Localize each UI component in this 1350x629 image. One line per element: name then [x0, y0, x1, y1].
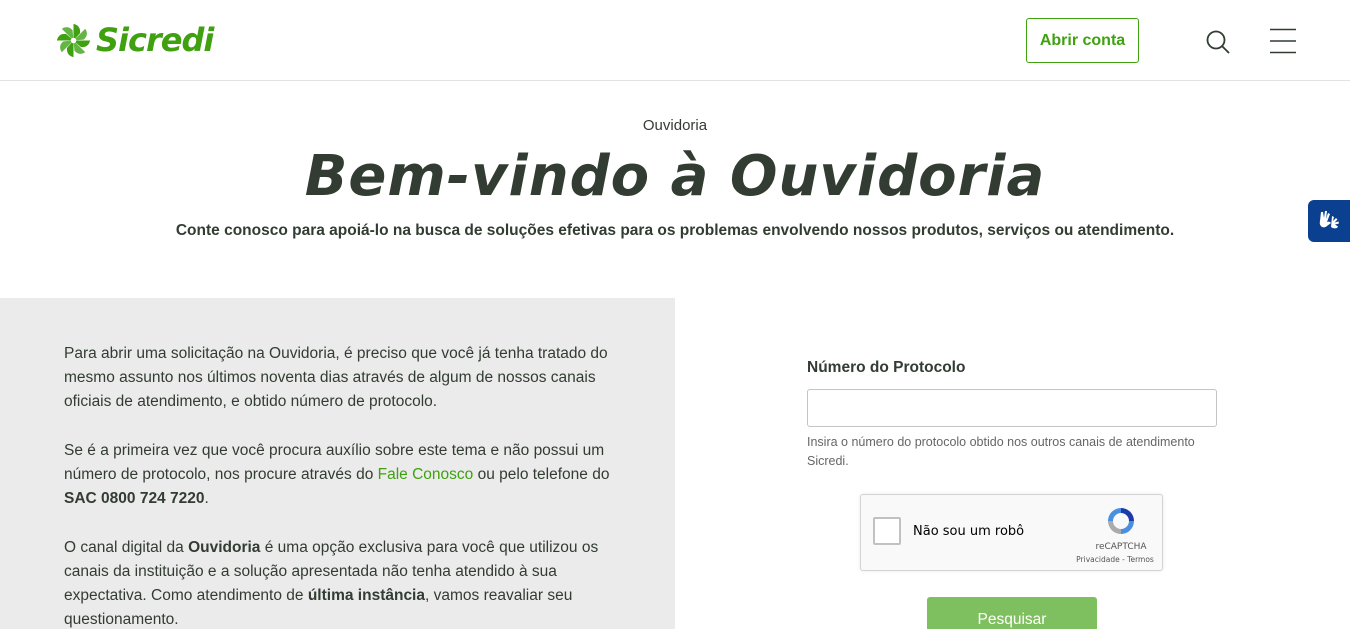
info-paragraph-2: Se é a primeira vez que você procura aux… [64, 439, 624, 511]
sac-phone: SAC 0800 724 7220 [64, 490, 205, 507]
sicredi-pinwheel-icon [56, 23, 91, 57]
recaptcha-widget: Não sou um robô reCAPTCHA Privacidade - … [860, 494, 1163, 571]
recaptcha-label: Não sou um robô [913, 524, 1025, 539]
accessibility-button[interactable] [1308, 200, 1350, 242]
recaptcha-checkbox[interactable] [873, 517, 901, 545]
info-text: O canal digital da [64, 539, 189, 556]
page-subtitle: Conte conosco para apoiá-lo na busca de … [175, 222, 1175, 239]
info-panel: Para abrir uma solicitação na Ouvidoria,… [0, 298, 675, 629]
protocol-hint: Insira o número do protocolo obtido nos … [807, 435, 1195, 468]
hamburger-menu-icon[interactable] [1270, 28, 1296, 54]
page-title: Bem-vindo à Ouvidoria [304, 144, 1046, 209]
page-eyebrow: Ouvidoria [642, 117, 708, 134]
logo-wordmark: Sicredi [96, 21, 214, 59]
recaptcha-icon [1108, 508, 1134, 534]
info-emphasis: Ouvidoria [188, 539, 261, 556]
sign-language-hands-icon [1319, 211, 1339, 229]
recaptcha-links[interactable]: Privacidade - Termos [1065, 555, 1165, 564]
search-button[interactable]: Pesquisar [927, 597, 1097, 629]
open-account-button[interactable]: Abrir conta [1026, 18, 1139, 63]
protocol-input[interactable] [807, 389, 1217, 427]
info-text: . [204, 490, 209, 507]
info-paragraph-1: Para abrir uma solicitação na Ouvidoria,… [64, 345, 608, 410]
recaptcha-brand: reCAPTCHA [1095, 542, 1147, 552]
site-header: Sicredi Abrir conta [0, 0, 1350, 81]
fale-conosco-link[interactable]: Fale Conosco [378, 466, 474, 483]
info-emphasis: última instância [307, 587, 425, 604]
sicredi-logo[interactable]: Sicredi [55, 20, 214, 60]
protocol-label: Número do Protocolo [807, 359, 966, 376]
search-icon[interactable] [1205, 29, 1231, 55]
info-paragraph-3: O canal digital da Ouvidoria é uma opção… [64, 536, 624, 629]
info-text: ou pelo telefone do [473, 466, 610, 483]
